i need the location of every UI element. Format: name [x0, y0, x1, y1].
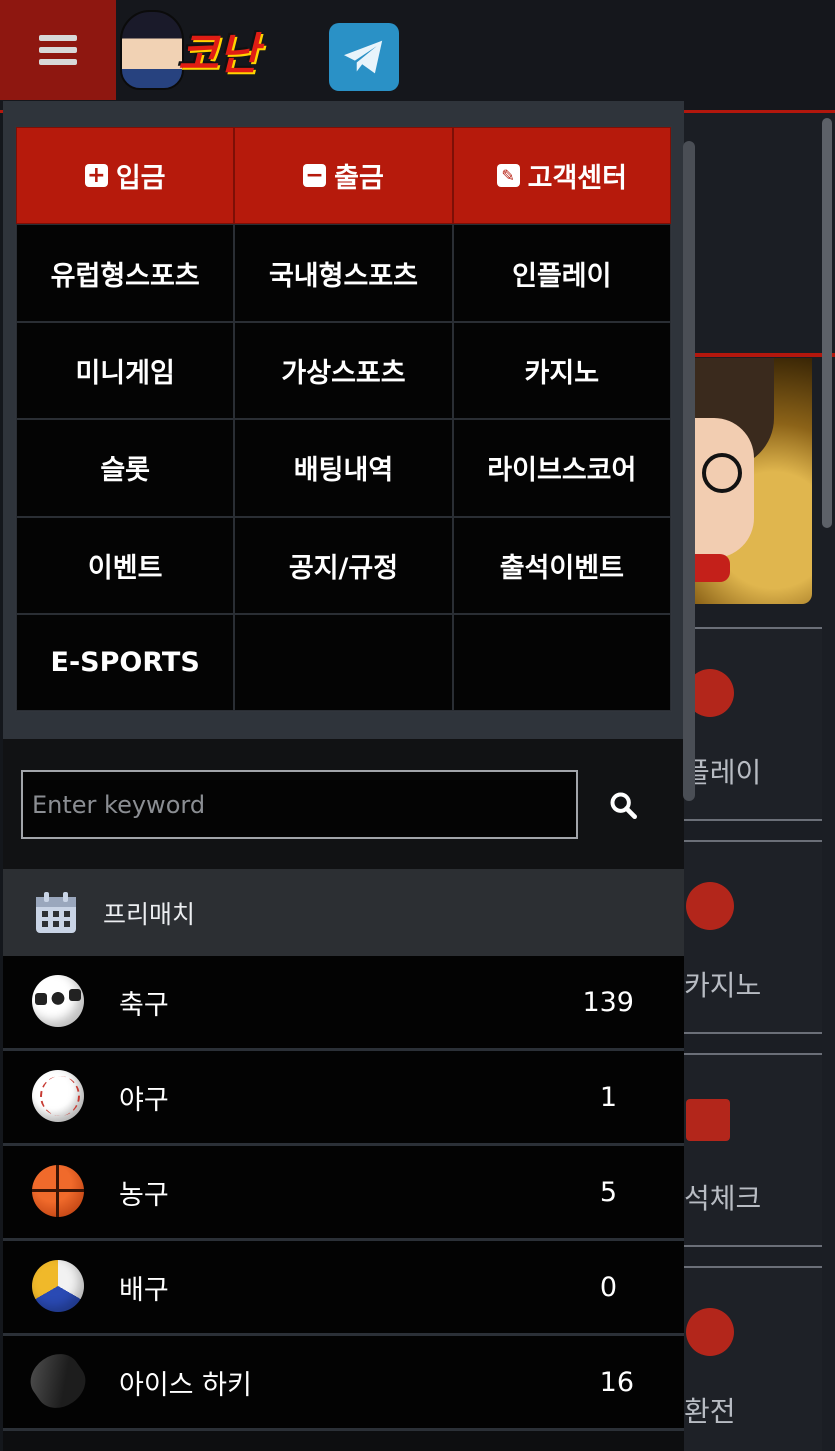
drawer-menu-panel: + 입금 − 출금 ✎ 고객센터 유럽형스포츠 국내형스포츠 인플레이 미니게임… — [3, 101, 684, 739]
hockey-puck-icon — [21, 1344, 95, 1418]
menu-empty-cell — [234, 613, 453, 712]
search-icon — [610, 792, 637, 819]
sport-count: 0 — [599, 1271, 617, 1303]
bg-menu-casino: 카지노 — [684, 840, 822, 1034]
soccer-ball-icon — [32, 975, 84, 1027]
menu-livescore[interactable]: 라이브스코어 — [452, 419, 671, 517]
telegram-button[interactable] — [329, 23, 399, 91]
plus-square-icon: + — [84, 164, 108, 188]
sport-item-volleyball[interactable]: 배구 0 — [3, 1241, 684, 1336]
basketball-icon — [32, 1165, 84, 1217]
sport-count: 5 — [599, 1176, 617, 1208]
volleyball-icon — [32, 1260, 84, 1312]
logo-text: 코난 — [178, 29, 259, 80]
menu-minigame[interactable]: 미니게임 — [16, 321, 235, 420]
menu-domestic-sports[interactable]: 국내형스포츠 — [234, 224, 453, 322]
logo-mascot — [120, 10, 184, 90]
drawer-scrollbar[interactable] — [683, 141, 695, 801]
sport-item-basketball[interactable]: 농구 5 — [3, 1146, 684, 1241]
baseball-icon — [32, 1070, 84, 1122]
menu-customer-center[interactable]: ✎ 고객센터 — [452, 127, 671, 225]
sport-count: 1 — [599, 1081, 617, 1113]
sport-list: 축구 139 야구 1 농구 5 배구 0 아이스 하키 16 — [3, 956, 684, 1431]
casino-chip-icon — [686, 882, 734, 930]
minus-square-icon: − — [303, 164, 327, 188]
gift-icon — [686, 1099, 730, 1141]
side-drawer: + 입금 − 출금 ✎ 고객센터 유럽형스포츠 국내형스포츠 인플레이 미니게임… — [3, 101, 684, 1451]
menu-virtual-sports[interactable]: 가상스포츠 — [234, 321, 453, 420]
background-divider — [684, 353, 835, 357]
menu-empty-cell — [452, 613, 671, 712]
edit-icon: ✎ — [496, 164, 520, 188]
menu-betting-history[interactable]: 배팅내역 — [234, 419, 453, 517]
bg-menu-exchange: 환전 — [684, 1266, 822, 1451]
prematch-title: 프리매치 — [103, 899, 196, 929]
menu-esports[interactable]: E-SPORTS — [16, 613, 235, 712]
menu-attendance-event[interactable]: 출석이벤트 — [452, 516, 671, 614]
search-input[interactable] — [21, 770, 578, 839]
sport-item-ice-hockey[interactable]: 아이스 하키 16 — [3, 1336, 684, 1431]
telegram-icon — [344, 40, 383, 74]
drawer-menu-grid: + 입금 − 출금 ✎ 고객센터 유럽형스포츠 국내형스포츠 인플레이 미니게임… — [15, 126, 672, 713]
bg-menu-attendance: 석체크 — [684, 1053, 822, 1247]
menu-inplay[interactable]: 인플레이 — [452, 224, 671, 322]
sport-item-soccer[interactable]: 축구 139 — [3, 956, 684, 1051]
menu-casino[interactable]: 카지노 — [452, 321, 671, 420]
bg-menu-inplay: 플레이 — [684, 627, 822, 821]
menu-slot[interactable]: 슬롯 — [16, 419, 235, 517]
menu-european-sports[interactable]: 유럽형스포츠 — [16, 224, 235, 322]
top-bar: 코난 — [0, 0, 835, 113]
menu-notice-rules[interactable]: 공지/규정 — [234, 516, 453, 614]
menu-deposit[interactable]: + 입금 — [16, 127, 235, 225]
background-banner — [684, 358, 812, 604]
search-bar — [3, 739, 684, 869]
sport-count: 16 — [599, 1366, 634, 1398]
sport-count: 139 — [582, 986, 634, 1018]
page-scrollbar[interactable] — [822, 118, 832, 528]
hamburger-icon — [39, 35, 77, 65]
money-bag-icon — [686, 1308, 734, 1356]
search-button[interactable] — [601, 783, 645, 827]
site-logo[interactable]: 코난 — [120, 6, 298, 94]
prematch-header[interactable]: 프리매치 — [3, 869, 684, 956]
sport-item-baseball[interactable]: 야구 1 — [3, 1051, 684, 1146]
menu-withdraw[interactable]: − 출금 — [234, 127, 453, 225]
menu-toggle-button[interactable] — [0, 0, 116, 100]
calendar-icon — [36, 891, 76, 933]
menu-event[interactable]: 이벤트 — [16, 516, 235, 614]
